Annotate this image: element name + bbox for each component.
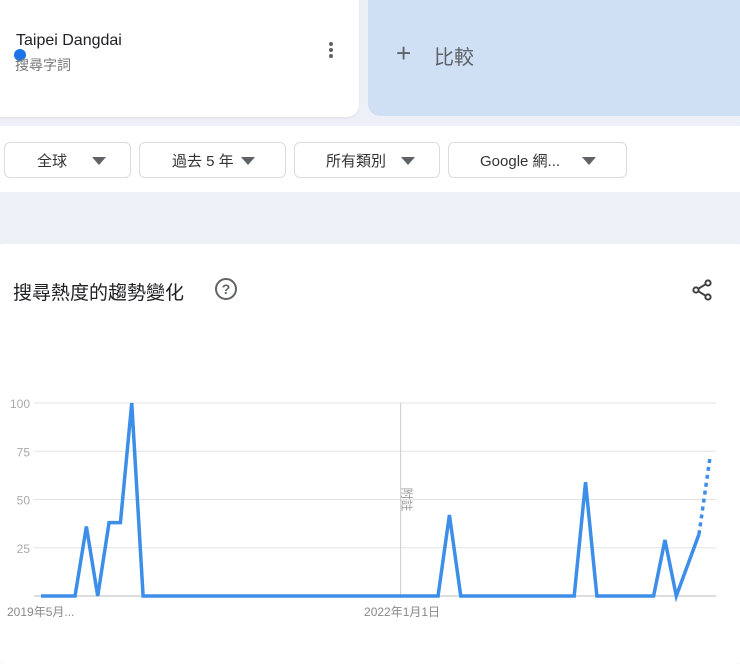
filter-label: 過去 5 年 bbox=[172, 150, 234, 171]
filter-category[interactable]: 所有類別 bbox=[294, 142, 440, 178]
caret-down-icon bbox=[582, 157, 596, 165]
y-tick-label: 100 bbox=[10, 397, 30, 411]
share-icon[interactable] bbox=[690, 278, 714, 302]
filter-label: 所有類別 bbox=[326, 150, 386, 171]
search-term-name: Taipei Dangdai bbox=[16, 32, 122, 50]
y-tick-label: 25 bbox=[17, 542, 31, 556]
x-tick-label: 2019年5月... bbox=[7, 605, 74, 619]
chart-title: 搜尋熱度的趨勢變化 bbox=[13, 278, 184, 305]
y-tick-label: 75 bbox=[17, 445, 31, 459]
compare-label: 比較 bbox=[434, 41, 474, 70]
caret-down-icon bbox=[401, 157, 415, 165]
filter-search-type[interactable]: Google 網... bbox=[448, 142, 627, 178]
caret-down-icon bbox=[241, 157, 255, 165]
series-line-partial bbox=[699, 455, 710, 534]
y-tick-label: 50 bbox=[17, 494, 31, 508]
annotation-label: 附註 bbox=[400, 488, 414, 512]
help-circle-icon[interactable]: ? bbox=[215, 278, 237, 300]
search-term-card: Taipei Dangdai 搜尋字詞 bbox=[0, 0, 359, 117]
filter-time-range[interactable]: 過去 5 年 bbox=[139, 142, 286, 178]
more-options-icon[interactable] bbox=[323, 40, 339, 64]
plus-icon: + bbox=[396, 38, 411, 69]
filter-label: 全球 bbox=[37, 150, 67, 171]
caret-down-icon bbox=[92, 157, 106, 165]
compare-button[interactable]: + 比較 bbox=[368, 0, 740, 116]
trend-line-chart: 100 75 50 25 附註 2019年5月... 2022年1月1日 bbox=[0, 390, 740, 620]
filter-label: Google 網... bbox=[480, 150, 560, 171]
filter-region[interactable]: 全球 bbox=[4, 142, 131, 178]
search-term-type: 搜尋字詞 bbox=[15, 55, 71, 75]
x-tick-label: 2022年1月1日 bbox=[364, 605, 440, 619]
